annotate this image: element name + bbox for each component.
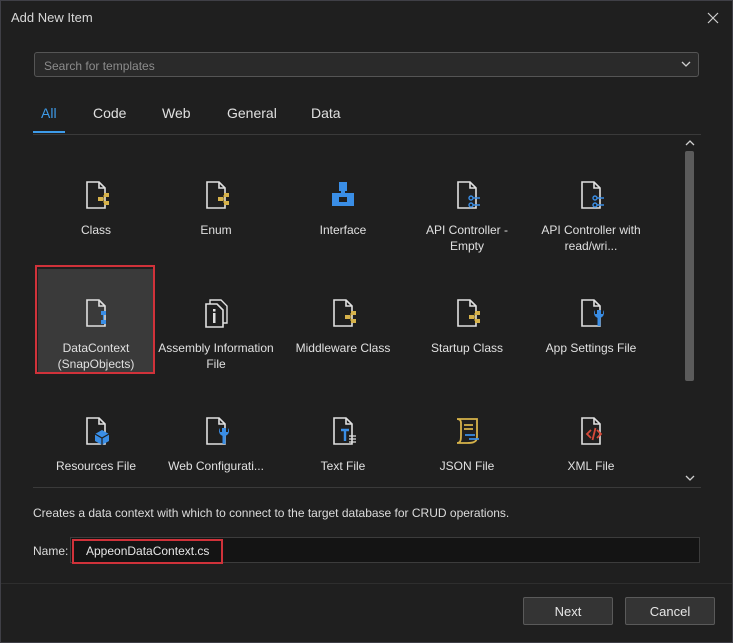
template-api-controller-read-write[interactable]: API Controller with read/wri...	[533, 151, 649, 255]
active-tab-underline	[33, 131, 65, 133]
template-label: Interface	[319, 223, 367, 237]
template-label: JSON File	[439, 459, 495, 473]
tab-label: Web	[162, 105, 191, 121]
template-resources-file[interactable]: Resources File	[38, 387, 154, 491]
template-label: Web Configurati...	[168, 459, 264, 473]
class-file-icon	[457, 299, 480, 327]
template-label: Middleware Class	[295, 341, 391, 355]
assembly-info-icon	[205, 299, 228, 328]
template-datacontext[interactable]: DataContext (SnapObjects)	[38, 269, 154, 373]
template-label: Text File	[320, 459, 366, 473]
grid-divider	[33, 487, 701, 488]
template-label: DataContext (SnapObjects)	[57, 341, 135, 371]
template-middleware-class[interactable]: Middleware Class	[285, 269, 401, 373]
tab-web[interactable]: Web	[157, 99, 193, 133]
template-label: Enum	[200, 223, 232, 237]
name-label: Name:	[33, 544, 69, 558]
template-class[interactable]: Class	[38, 151, 154, 255]
datacontext-file-icon	[86, 299, 106, 327]
tab-code[interactable]: Code	[87, 99, 127, 133]
api-controller-icon	[581, 181, 604, 209]
template-label: Resources File	[55, 459, 137, 473]
settings-file-icon	[581, 299, 604, 327]
tab-label: General	[227, 105, 277, 121]
template-scrollbar[interactable]	[682, 135, 699, 487]
cancel-button[interactable]: Cancel	[625, 597, 715, 625]
template-label: Class	[80, 223, 111, 237]
scroll-up-icon[interactable]	[685, 138, 695, 148]
text-file-icon	[333, 417, 356, 445]
template-web-configuration[interactable]: Web Configurati...	[158, 387, 274, 491]
template-label: App Settings File	[545, 341, 637, 355]
template-app-settings[interactable]: App Settings File	[533, 269, 649, 373]
template-label: XML File	[567, 459, 615, 473]
template-json-file[interactable]: JSON File	[409, 387, 525, 491]
tab-label: Code	[93, 105, 127, 121]
title-bar: Add New Item	[1, 1, 732, 35]
scrollbar-thumb[interactable]	[685, 151, 694, 381]
template-description: Creates a data context with which to con…	[33, 506, 510, 520]
template-search-box[interactable]	[34, 52, 699, 78]
template-label: API Controller - Empty	[425, 223, 509, 253]
template-text-file[interactable]: Text File	[285, 387, 401, 491]
chevron-down-icon[interactable]	[680, 58, 692, 70]
class-file-icon	[86, 181, 109, 209]
template-interface[interactable]: Interface	[285, 151, 401, 255]
enum-file-icon	[206, 181, 229, 209]
tab-all[interactable]: All	[33, 99, 65, 133]
template-label: API Controller with read/wri...	[541, 223, 641, 253]
class-file-icon	[333, 299, 356, 327]
next-button[interactable]: Next	[523, 597, 613, 625]
interface-icon	[332, 182, 354, 206]
template-enum[interactable]: Enum	[158, 151, 274, 255]
template-assembly-information[interactable]: Assembly Information File	[158, 269, 274, 373]
template-grid: Class Enum Interface API Controller - Em…	[34, 135, 682, 487]
tab-label: Data	[311, 105, 341, 121]
tab-label: All	[41, 105, 57, 121]
footer-divider	[1, 583, 732, 584]
api-controller-icon	[457, 181, 480, 209]
file-name-input[interactable]	[71, 538, 688, 564]
scroll-down-icon[interactable]	[685, 473, 695, 483]
close-button[interactable]	[702, 7, 724, 29]
add-new-item-dialog: Add New Item All Code Web General Data	[0, 0, 733, 643]
search-input[interactable]	[35, 53, 676, 78]
close-icon	[707, 12, 719, 24]
resources-file-icon	[86, 417, 110, 445]
template-api-controller-empty[interactable]: API Controller - Empty	[409, 151, 525, 255]
tab-data[interactable]: Data	[305, 99, 343, 133]
web-config-icon	[206, 417, 229, 445]
name-field[interactable]	[70, 537, 700, 564]
tab-general[interactable]: General	[221, 99, 277, 133]
json-file-icon	[456, 418, 479, 444]
template-label: Assembly Information File	[158, 341, 274, 371]
template-startup-class[interactable]: Startup Class	[409, 269, 525, 373]
template-xml-file[interactable]: XML File	[533, 387, 649, 491]
dialog-title: Add New Item	[11, 10, 93, 25]
xml-file-icon	[581, 417, 603, 445]
template-label: Startup Class	[430, 341, 504, 355]
